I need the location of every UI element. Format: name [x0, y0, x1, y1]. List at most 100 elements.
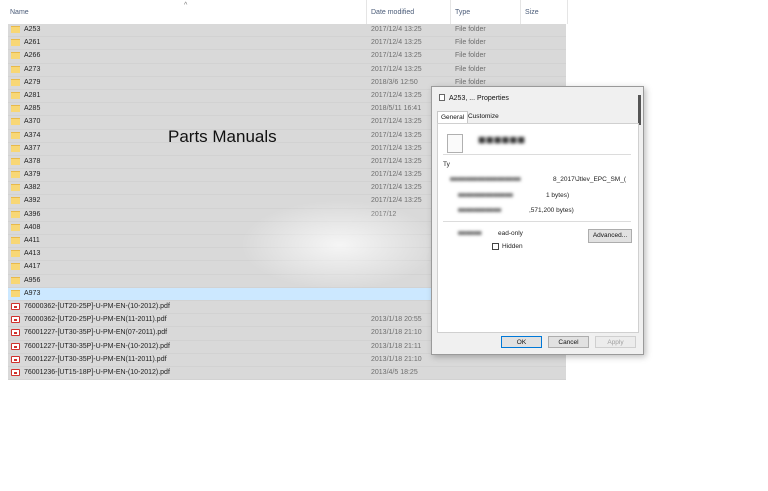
- folder-icon: [11, 223, 20, 231]
- file-name: A377: [24, 144, 41, 152]
- ok-button[interactable]: OK: [501, 336, 542, 348]
- folder-icon: [11, 250, 20, 258]
- folder-icon: [11, 65, 20, 73]
- file-name: A392: [24, 197, 41, 205]
- file-name: A374: [24, 131, 41, 139]
- file-date-modified: 2017/12/4 13:25: [371, 157, 422, 165]
- folder-icon: [11, 197, 20, 205]
- column-header: ^ Name Date modified Type Size: [0, 0, 568, 24]
- location-value-blur: ■■■■■■■■■■■■■■■■■■: [450, 176, 521, 183]
- folder-icon: [11, 237, 20, 244]
- dialog-title-text: A253, ... Properties: [449, 95, 509, 102]
- file-row[interactable]: 76001227-[UT30-35P]-U-PM-EN(11-2011).pdf…: [8, 353, 566, 367]
- file-date-modified: 2017/12: [371, 210, 397, 218]
- column-size[interactable]: Size: [525, 9, 539, 16]
- location-value: 8_2017\Jtlev_EPC_SM_(: [553, 176, 626, 183]
- file-name: A281: [24, 91, 41, 99]
- folder-icon: [11, 144, 20, 152]
- file-row[interactable]: A261 2017/12/4 13:25 File folder: [8, 37, 566, 51]
- file-row[interactable]: A253 2017/12/4 13:25 File folder: [8, 24, 566, 38]
- file-name: 76001236-[UT15-18P]-U-PM-EN-(10-2012).pd…: [24, 368, 170, 376]
- size-value: 1 bytes): [546, 192, 570, 199]
- file-type: File folder: [455, 39, 486, 47]
- file-date-modified: 2017/12/4 13:25: [371, 171, 422, 179]
- file-name: A370: [24, 118, 41, 126]
- column-date-modified[interactable]: Date modified: [371, 9, 414, 16]
- size-on-disk-blur: ■■■■■■■■■■■: [458, 207, 502, 214]
- folder-icon: [11, 263, 20, 271]
- apply-button[interactable]: Apply: [595, 336, 636, 348]
- size-on-disk-value: ,571,200 bytes): [529, 207, 574, 214]
- file-name: A253: [24, 26, 41, 33]
- file-row[interactable]: A273 2017/12/4 13:25 File folder: [8, 63, 566, 77]
- file-name: A273: [24, 65, 41, 73]
- sort-indicator[interactable]: ^: [184, 2, 187, 9]
- file-date-modified: 2017/12/4 13:25: [371, 26, 422, 33]
- folder-icon: [11, 118, 20, 126]
- file-date-modified: 2017/12/4 13:25: [371, 91, 422, 99]
- file-date-modified: 2013/1/18 21:10: [371, 355, 422, 363]
- overlay-title: Parts Manuals: [168, 127, 277, 146]
- folder-icon: [447, 131, 467, 153]
- pdf-icon: [11, 355, 20, 363]
- size-value-blur: ■■■■■■■■■■■■■■: [458, 192, 513, 199]
- column-divider[interactable]: [520, 0, 521, 24]
- file-date-modified: 2017/12/4 13:25: [371, 65, 422, 73]
- properties-dialog: A253, ... Properties General Customize ■…: [431, 86, 644, 355]
- column-divider[interactable]: [450, 0, 451, 24]
- scrollbar-thumb[interactable]: [638, 95, 641, 125]
- folder-name-field[interactable]: ■■■■■■: [478, 132, 525, 147]
- file-name: A413: [24, 250, 41, 258]
- file-date-modified: 2018/3/6 12:50: [371, 78, 418, 86]
- column-divider[interactable]: [366, 0, 367, 24]
- file-name: A279: [24, 78, 41, 86]
- hidden-label[interactable]: Hidden: [502, 243, 523, 250]
- readonly-blur: ■■■■■■: [458, 230, 482, 237]
- file-date-modified: 2017/12/4 13:25: [371, 52, 422, 60]
- folder-icon: [11, 52, 20, 60]
- hidden-checkbox[interactable]: [492, 243, 499, 250]
- file-name: A417: [24, 263, 41, 271]
- file-type: File folder: [455, 52, 486, 60]
- file-name: A973: [24, 289, 41, 297]
- file-name: 76000362-[UT20-25P]-U-PM-EN(11-2011).pdf: [24, 316, 167, 324]
- tab-customize[interactable]: Customize: [465, 111, 502, 123]
- folder-icon: [11, 131, 20, 139]
- file-name: A285: [24, 105, 41, 113]
- file-name: A378: [24, 157, 41, 165]
- file-date-modified: 2018/5/11 16:41: [371, 105, 422, 113]
- folder-icon: [11, 91, 20, 99]
- folder-icon: [11, 210, 20, 218]
- file-name: A956: [24, 276, 41, 284]
- folder-icon: [11, 184, 20, 192]
- column-divider[interactable]: [567, 0, 568, 24]
- file-date-modified: 2013/1/18 21:11: [371, 342, 422, 350]
- document-icon: [439, 94, 445, 101]
- file-date-modified: 2013/1/18 20:55: [371, 316, 422, 324]
- file-name: A379: [24, 171, 41, 179]
- readonly-label[interactable]: ead-only: [498, 230, 523, 237]
- file-name: A396: [24, 210, 41, 218]
- pdf-icon: [11, 368, 20, 376]
- file-name: A261: [24, 39, 41, 47]
- dialog-title: A253, ... Properties: [439, 94, 509, 102]
- advanced-button[interactable]: Advanced...: [588, 229, 632, 243]
- file-row[interactable]: A266 2017/12/4 13:25 File folder: [8, 50, 566, 64]
- file-date-modified: 2017/12/4 13:25: [371, 197, 422, 205]
- general-panel: ■■■■■■ Ty ■■■■■■■■■■■■■■■■■■ 8_2017\Jtle…: [437, 123, 639, 333]
- folder-icon: [11, 289, 20, 297]
- file-row[interactable]: 76001236-[UT15-18P]-U-PM-EN-(10-2012).pd…: [8, 366, 566, 381]
- file-type: File folder: [455, 65, 486, 73]
- column-type[interactable]: Type: [455, 9, 470, 16]
- folder-icon: [11, 171, 20, 179]
- cancel-button[interactable]: Cancel: [548, 336, 589, 348]
- pdf-icon: [11, 342, 20, 350]
- file-type: File folder: [455, 26, 486, 33]
- separator: [443, 154, 631, 155]
- column-name[interactable]: Name: [10, 9, 29, 16]
- file-date-modified: 2017/12/4 13:25: [371, 131, 422, 139]
- folder-icon: [11, 157, 20, 165]
- pdf-icon: [11, 302, 20, 310]
- file-date-modified: 2017/12/4 13:25: [371, 184, 422, 192]
- file-name: A382: [24, 184, 41, 192]
